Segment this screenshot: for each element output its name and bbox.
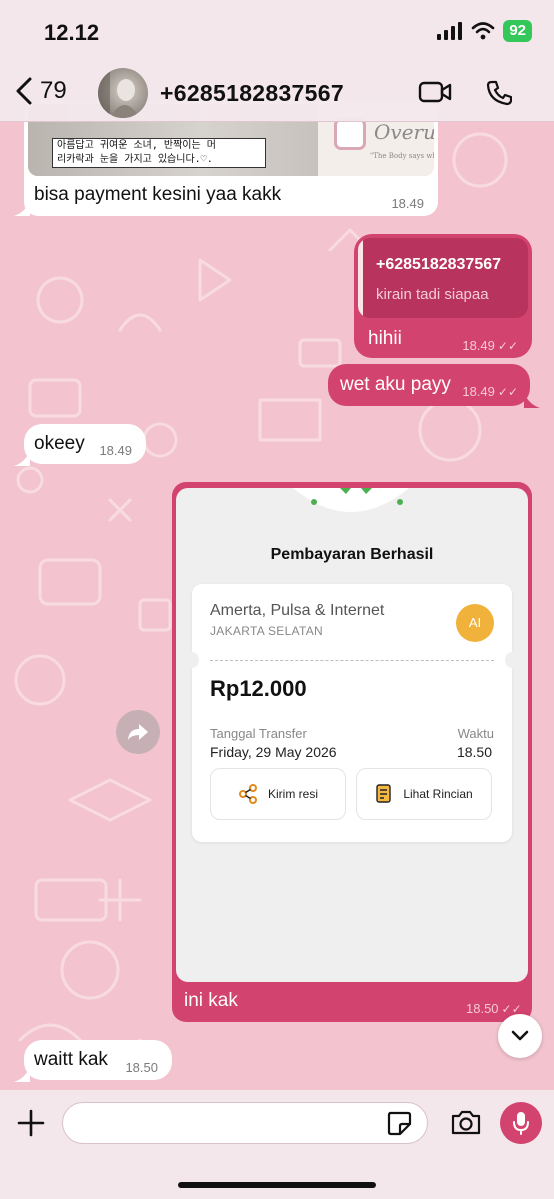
message-outgoing[interactable]: wet aku payy 18.49 ✓✓ [328, 364, 530, 406]
sticker-icon [387, 1111, 412, 1136]
card-notch-left [185, 652, 199, 668]
transfer-date-label: Tanggal Transfer [210, 726, 307, 741]
message-time: 18.50 ✓✓ [466, 1001, 522, 1016]
forward-icon [128, 724, 148, 740]
quoted-text: kirain tadi siapaa [376, 286, 489, 303]
message-time: 18.49 [391, 196, 424, 211]
bubble-tail [524, 392, 540, 408]
scroll-to-bottom-button[interactable] [498, 1014, 542, 1058]
message-incoming[interactable]: okeey 18.49 [24, 424, 146, 464]
message-outgoing-reply[interactable]: +6285182837567 kirain tadi siapaa hihii … [354, 234, 532, 358]
send-receipt-button[interactable]: Kirim resi [210, 768, 346, 820]
image-side-text: Overu [374, 120, 434, 144]
image-caption-line2: 리카락과 눈을 가지고 있습니다.♡. [57, 154, 213, 165]
receipt-title: Pembayaran Berhasil [270, 546, 434, 563]
time-value: 18.50 [456, 744, 492, 760]
forward-button[interactable] [116, 710, 160, 754]
mic-icon [513, 1112, 529, 1135]
message-text: wet aku payy [340, 374, 451, 395]
home-indicator [178, 1182, 376, 1188]
quoted-author: +6285182837567 [376, 256, 502, 273]
bubble-tail [14, 450, 30, 466]
receipt-top-decoration [293, 488, 409, 512]
camera-button[interactable] [450, 1108, 482, 1141]
image-caption-box: 아름답고 귀여운 소녀, 반짝이는 머 리카락과 눈을 가지고 있습니다.♡. [52, 138, 266, 168]
contact-name[interactable]: +6285182837567 [160, 80, 344, 107]
signal-icon [437, 22, 463, 40]
video-call-icon [418, 81, 452, 103]
camera-icon [451, 1110, 481, 1135]
chat-header: 12.12 92 79 +6285182837567 [0, 0, 554, 122]
image-camera-sticker [334, 118, 366, 150]
transfer-date-value: Friday, 29 May 2026 [210, 744, 337, 760]
merchant-location: JAKARTA SELATAN [210, 624, 323, 638]
chevron-down-icon [511, 1030, 529, 1041]
see-details-label: Lihat Rincian [403, 787, 473, 801]
image-side-small: "The Body says what [370, 152, 434, 160]
time-label: Waktu [457, 726, 494, 741]
back-chevron-icon [16, 77, 32, 105]
status-icons: 92 [437, 20, 532, 42]
merchant-name: Amerta, Pulsa & Internet [210, 602, 385, 619]
payment-amount: Rp12.000 [210, 676, 307, 701]
see-details-button[interactable]: Lihat Rincian [356, 768, 492, 820]
video-call-button[interactable] [418, 80, 452, 109]
voice-message-button[interactable] [500, 1102, 542, 1144]
chat-thread: 아름답고 귀여운 소녀, 반짝이는 머 리카락과 눈을 가지고 있습니다.♡. … [0, 0, 554, 1199]
contact-avatar[interactable] [98, 68, 148, 118]
message-time: 18.49 [99, 443, 132, 458]
message-text: bisa payment kesini yaa kakk [34, 184, 282, 205]
message-text: hihii [368, 328, 402, 349]
message-time: 18.50 [125, 1060, 158, 1075]
back-button[interactable]: 79 [14, 76, 67, 106]
wifi-icon [472, 22, 495, 40]
battery-level: 92 [503, 20, 532, 42]
phone-icon [486, 80, 513, 106]
read-ticks-icon: ✓✓ [497, 385, 518, 399]
unread-count: 79 [40, 77, 67, 104]
plus-icon [17, 1109, 45, 1137]
message-text: waitt kak [34, 1049, 108, 1070]
send-receipt-label: Kirim resi [268, 787, 318, 801]
message-text: okeey [34, 433, 85, 454]
card-notch-right [505, 652, 519, 668]
payment-receipt-image[interactable]: Pembayaran Berhasil Amerta, Pulsa & Inte… [176, 488, 528, 982]
message-time: 18.49 ✓✓ [462, 384, 518, 399]
share-icon [239, 784, 257, 804]
receipt-icon [376, 784, 392, 803]
bubble-tail [14, 200, 30, 216]
merchant-badge: AI [456, 604, 494, 642]
message-incoming[interactable]: waitt kak 18.50 [24, 1040, 172, 1080]
card-divider [210, 660, 494, 661]
message-input[interactable] [62, 1102, 428, 1144]
voice-call-button[interactable] [486, 80, 513, 111]
quoted-message[interactable]: +6285182837567 kirain tadi siapaa [358, 238, 528, 318]
attach-button[interactable] [16, 1108, 46, 1143]
read-ticks-icon: ✓✓ [497, 339, 518, 353]
message-text: ini kak [184, 990, 238, 1011]
sticker-button[interactable] [386, 1110, 412, 1141]
avatar-photo [98, 68, 140, 118]
receipt-card: Amerta, Pulsa & Internet JAKARTA SELATAN… [185, 584, 519, 842]
status-time: 12.12 [44, 20, 100, 45]
bubble-tail [14, 1066, 30, 1082]
message-time: 18.49 ✓✓ [462, 338, 518, 353]
image-caption-line1: 아름답고 귀여운 소녀, 반짝이는 머 [57, 140, 216, 151]
